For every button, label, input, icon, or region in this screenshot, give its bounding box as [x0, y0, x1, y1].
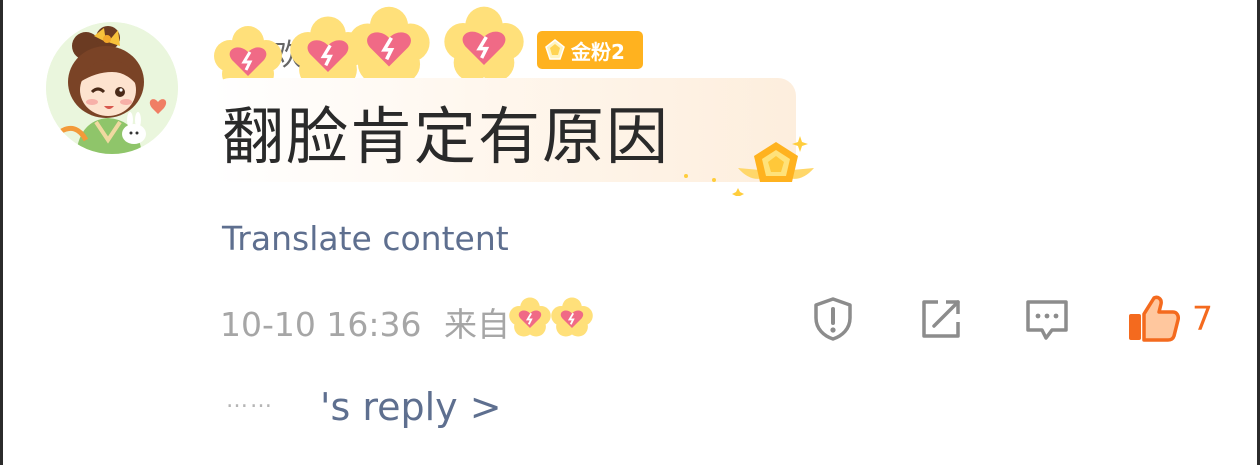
translate-content-link[interactable]: Translate content [222, 219, 509, 258]
comment-icon[interactable] [1022, 294, 1072, 344]
comment-text: 翻脸肯定有原因 [222, 100, 671, 173]
heart-sticker-icon [444, 6, 524, 82]
medal-icon [684, 136, 814, 196]
fan-badge-label: 金粉2 [571, 39, 625, 64]
left-border [0, 0, 3, 465]
like-count: 7 [1192, 299, 1213, 338]
reply-author-placeholder: …… [226, 388, 274, 413]
report-shield-icon[interactable] [808, 294, 858, 344]
heart-sticker-icon [551, 297, 593, 337]
like-thumbs-up-icon[interactable] [1126, 294, 1180, 344]
comment-meta: 10-10 16:36 来自 [220, 298, 510, 346]
comment-date: 10-10 16:36 [220, 305, 422, 344]
heart-sticker-icon [509, 297, 551, 337]
avatar[interactable] [46, 22, 178, 154]
heart-sticker-icon [348, 6, 430, 84]
gem-icon [545, 39, 565, 60]
fan-level-badge[interactable]: 金粉2 [537, 31, 643, 69]
comment-screen: 欢 于 八 [0, 0, 1260, 465]
repost-share-icon[interactable] [916, 294, 966, 344]
comment-source: 来自 [443, 305, 510, 344]
view-reply-link[interactable]: 's reply > [320, 385, 502, 429]
